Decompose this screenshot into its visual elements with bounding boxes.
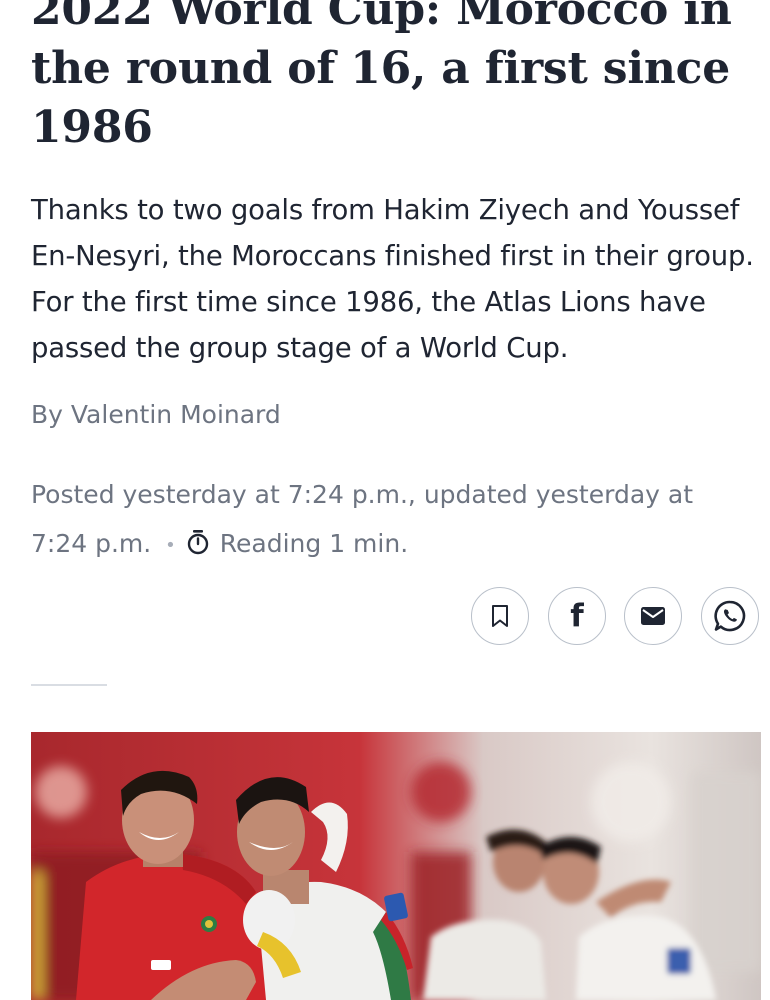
stopwatch-icon — [186, 522, 210, 555]
email-icon — [640, 606, 666, 626]
article-lede: Thanks to two goals from Hakim Ziyech an… — [31, 194, 754, 364]
email-share-button[interactable] — [624, 587, 682, 645]
whatsapp-share-button[interactable] — [701, 587, 759, 645]
section-divider — [31, 684, 107, 686]
article-meta: Posted yesterday at 7:24 p.m., updated y… — [31, 470, 751, 570]
meta-separator: • — [165, 534, 176, 556]
bookmark-icon — [490, 604, 510, 628]
article-photo[interactable] — [31, 732, 761, 1000]
reading-time: Reading 1 min. — [219, 529, 409, 558]
whatsapp-icon — [713, 599, 747, 633]
bookmark-button[interactable] — [471, 587, 529, 645]
article-headline: 2022 World Cup: Morocco in the round of … — [31, 0, 732, 153]
article-byline[interactable]: By Valentin Moinard — [31, 400, 281, 429]
facebook-share-button[interactable]: f — [548, 587, 606, 645]
facebook-icon: f — [570, 597, 584, 634]
